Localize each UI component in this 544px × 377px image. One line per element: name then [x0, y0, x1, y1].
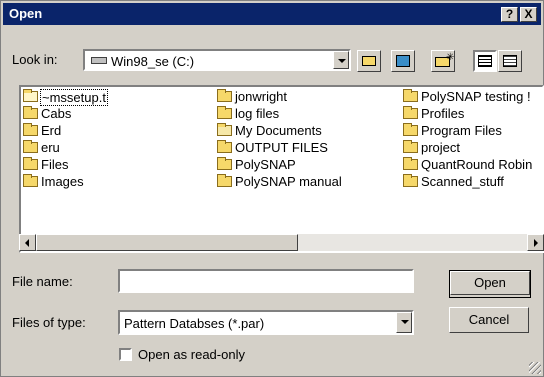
open-button[interactable]: Open	[449, 270, 531, 298]
file-name-label: File name:	[12, 274, 73, 289]
folder-icon	[217, 89, 232, 102]
folder-icon	[23, 123, 38, 136]
folder-icon	[403, 140, 418, 153]
details-view-icon	[503, 55, 517, 67]
read-only-label: Open as read-only	[138, 347, 245, 362]
sparkle-icon: ✳	[446, 52, 455, 63]
up-folder-button[interactable]	[357, 50, 381, 72]
resize-grip-icon[interactable]	[529, 362, 541, 374]
look-in-combo[interactable]: Win98_se (C:)	[83, 49, 351, 71]
file-list[interactable]: ~mssetup.t Cabs Erd eru Files Images jon…	[19, 85, 544, 253]
details-view-button[interactable]	[498, 50, 522, 72]
folder-icon	[403, 123, 418, 136]
folder-icon	[23, 106, 38, 119]
files-of-type-label: Files of type:	[12, 315, 86, 330]
folder-icon	[403, 157, 418, 170]
scroll-left-button[interactable]	[19, 234, 36, 251]
chevron-down-icon[interactable]	[333, 51, 349, 69]
folder-icon	[23, 174, 38, 187]
new-folder-button[interactable]: ✳	[431, 50, 455, 72]
folder-icon	[217, 157, 232, 170]
read-only-checkbox[interactable]	[119, 348, 132, 361]
close-button[interactable]: X	[520, 7, 537, 22]
folder-icon	[217, 174, 232, 187]
desktop-icon	[396, 55, 410, 67]
open-dialog: Open ? X Look in: Win98_se (C:) ✳ ~msset…	[0, 0, 544, 377]
folder-icon	[217, 140, 232, 153]
desktop-button[interactable]	[391, 50, 415, 72]
chevron-down-icon[interactable]	[396, 312, 412, 333]
help-button[interactable]: ?	[501, 7, 518, 22]
folder-icon	[217, 106, 232, 119]
scroll-right-button[interactable]	[527, 234, 544, 251]
folder-icon	[403, 174, 418, 187]
scroll-thumb[interactable]	[36, 234, 298, 251]
file-icon	[23, 89, 38, 102]
file-name-input[interactable]	[118, 269, 414, 293]
open-button-label: Open	[450, 271, 530, 295]
dialog-title: Open	[9, 6, 43, 21]
folder-icon	[403, 106, 418, 119]
horizontal-scrollbar[interactable]	[19, 234, 544, 251]
look-in-label: Look in:	[12, 52, 58, 67]
files-of-type-combo[interactable]: Pattern Databses (*.par)	[118, 310, 414, 335]
title-bar[interactable]: Open ? X	[3, 3, 541, 25]
list-view-icon	[478, 55, 492, 67]
folder-icon	[23, 157, 38, 170]
up-folder-icon	[362, 56, 376, 66]
my-documents-icon	[217, 123, 232, 136]
look-in-value: Win98_se (C:)	[111, 54, 195, 69]
folder-icon	[23, 140, 38, 153]
cancel-button[interactable]: Cancel	[449, 307, 529, 333]
files-of-type-value: Pattern Databses (*.par)	[124, 316, 265, 331]
folder-icon	[403, 89, 418, 102]
drive-icon	[91, 57, 107, 64]
list-view-button[interactable]	[473, 50, 497, 72]
